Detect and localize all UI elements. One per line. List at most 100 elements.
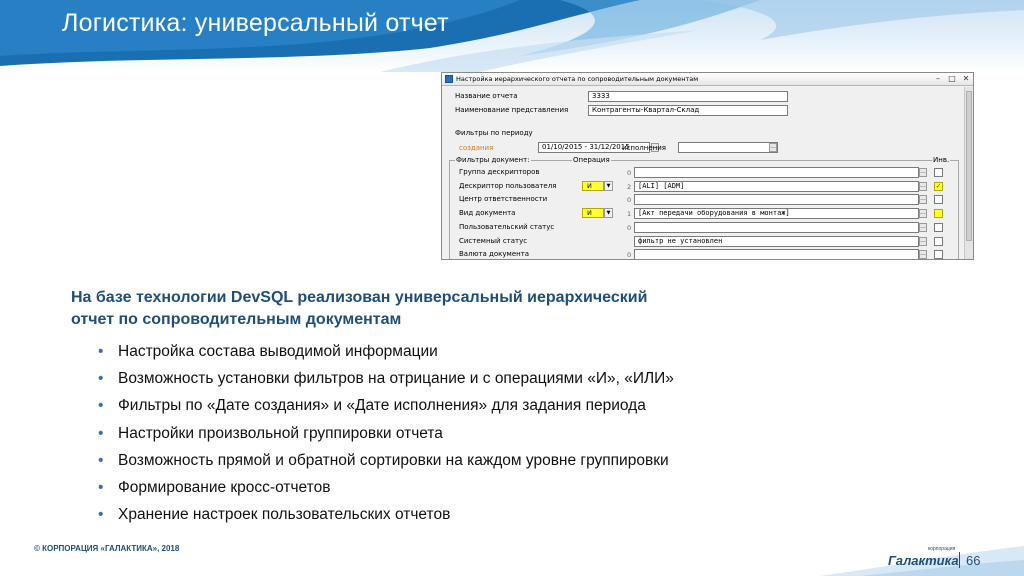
bullet-dot-icon: • [98, 397, 104, 415]
filter-row: Центр ответственности 0... [442, 194, 965, 206]
filter-count: 0 [627, 251, 632, 260]
inverse-checkbox[interactable] [934, 222, 943, 232]
report-name-label: Название отчета [455, 92, 518, 100]
bullet-item: • Настройка состава выводимой информации [98, 338, 674, 365]
logo-subtext: корпорация [928, 546, 956, 552]
bullet-text: Хранение настроек пользовательских отчет… [118, 506, 451, 524]
filter-value-field[interactable]: фильтр не установлен [634, 235, 919, 247]
inverse-checkbox[interactable] [934, 236, 943, 246]
chevron-down-icon[interactable]: ▼ [604, 208, 613, 219]
filter-ellipsis-button[interactable]: ... [919, 168, 927, 177]
filter-row: Дескриптор пользователя И ▼ 2 [ALI] [ADM]...… [442, 180, 965, 193]
bullet-dot-icon: • [98, 424, 104, 442]
operation-header: Операция [572, 156, 611, 164]
subtitle-line-1: На базе технологии DevSQL реализован уни… [71, 289, 648, 306]
inverse-checkbox[interactable] [934, 195, 943, 205]
filter-label: Валюта документа [459, 250, 530, 259]
report-name-field[interactable]: 3333 [588, 91, 788, 102]
bullet-text: Настройки произвольной группировки отчет… [118, 424, 443, 442]
filter-count: 2 [627, 182, 632, 191]
inverse-checkbox[interactable] [934, 250, 943, 259]
created-date-label: создания [459, 144, 494, 152]
inverse-checkbox[interactable]: ✓ [934, 181, 943, 191]
filter-label: Пользовательский статус [459, 222, 555, 231]
view-name-field[interactable]: Контрагенты-Квартал-Склад [588, 105, 788, 116]
window-scrollbar[interactable] [964, 87, 973, 259]
filter-ellipsis-button[interactable]: ... [919, 181, 927, 191]
close-icon[interactable]: ✕ [959, 74, 973, 85]
bullet-dot-icon: • [98, 506, 104, 524]
filter-value-field[interactable] [634, 249, 919, 259]
filter-label: Центр ответственности [459, 195, 548, 204]
filter-label: Вид документа [459, 209, 516, 218]
filter-count: 0 [627, 223, 632, 232]
bullet-text: Возможность прямой и обратной сортировки… [118, 451, 669, 469]
bullet-text: Возможность установки фильтров на отрица… [118, 370, 674, 388]
filter-row: Валюта документа 0... [442, 249, 965, 260]
bullet-item: • Настройки произвольной группировки отче… [98, 420, 674, 447]
window-body: Название отчета 3333 Наименование предст… [442, 87, 965, 260]
galaktika-logo: Галактика [888, 553, 959, 568]
bullet-dot-icon: • [98, 479, 104, 497]
filter-label: Дескриптор пользователя [459, 181, 557, 190]
report-settings-window: Настройка иерархического отчета по сопро… [441, 72, 974, 260]
filter-ellipsis-button[interactable]: ... [919, 222, 927, 232]
app-icon [445, 75, 453, 83]
filter-label: Системный статус [459, 236, 528, 245]
filter-row: Группа дескрипторов 0... [442, 167, 965, 179]
feature-bullet-list: • Настройка состава выводимой информации •… [98, 338, 674, 528]
operation-select[interactable]: И [582, 180, 604, 191]
inverse-checkbox[interactable] [934, 168, 943, 177]
bullet-text: Настройка состава выводимой информации [118, 343, 438, 360]
filter-label: Группа дескрипторов [459, 168, 540, 176]
maximize-icon[interactable]: □ [945, 74, 959, 85]
bullet-item: • Возможность установки фильтров на отриц… [98, 365, 674, 392]
document-filters-label: Фильтры документ: [455, 156, 531, 164]
window-titlebar: Настройка иерархического отчета по сопро… [442, 73, 973, 86]
filter-value-field[interactable] [634, 194, 919, 206]
bullet-dot-icon: • [98, 370, 104, 388]
chevron-down-icon[interactable]: ▼ [604, 180, 613, 191]
bullet-item: • Возможность прямой и обратной сортировк… [98, 447, 674, 474]
page-title: Логистика: универсальный отчет [62, 9, 449, 37]
filter-ellipsis-button[interactable]: ... [919, 209, 927, 219]
bullet-item: • Фильтры по «Дате создания» и «Дате испо… [98, 392, 674, 419]
filter-value-field[interactable]: [Акт передачи оборудования в монтаж] [634, 208, 919, 220]
bullet-text: Фильтры по «Дате создания» и «Дате испол… [118, 397, 646, 415]
executed-date-ellipsis-button[interactable]: ... [769, 143, 777, 152]
filter-count: 0 [627, 196, 632, 205]
filter-ellipsis-button[interactable]: ... [919, 195, 927, 205]
page-number: 66 [966, 553, 981, 568]
filter-ellipsis-button[interactable]: ... [919, 250, 927, 259]
filter-value-field[interactable]: [ALI] [ADM] [634, 180, 919, 192]
filter-count: 1 [627, 210, 632, 219]
view-name-label: Наименование представления [455, 106, 569, 114]
subtitle-line-2: отчет по сопроводительным документам [71, 311, 402, 328]
scrollbar-thumb[interactable] [966, 91, 972, 241]
window-title: Настройка иерархического отчета по сопро… [456, 75, 699, 83]
bullet-dot-icon: • [98, 343, 104, 360]
filter-value-field[interactable] [634, 167, 919, 178]
footer-copyright: © КОРПОРАЦИЯ «ГАЛАКТИКА», 2018 [34, 544, 180, 553]
filter-count: 0 [627, 169, 632, 177]
bullet-item: • Хранение настроек пользовательских отче… [98, 501, 674, 528]
operation-select[interactable]: И [582, 208, 604, 219]
inverse-checkbox[interactable] [934, 209, 943, 219]
filter-row: Вид документа И ▼ 1 [Акт передачи оборудован… [442, 208, 965, 220]
footer-separator [959, 552, 960, 568]
section-subtitle: На базе технологии DevSQL реализован уни… [71, 287, 771, 331]
bullet-dot-icon: • [98, 451, 104, 469]
filter-ellipsis-button[interactable]: ... [919, 236, 927, 246]
filter-row: Системный статус фильтр не установлен... [442, 235, 965, 248]
executed-date-label: исполнения [622, 144, 666, 152]
minimize-icon[interactable]: – [931, 74, 945, 85]
header-banner: Логистика: универсальный отчет [0, 0, 1024, 72]
period-filters-label: Фильтры по периоду [455, 129, 533, 137]
bullet-text: Формирование кросс-отчетов [118, 479, 331, 497]
filter-row: Пользовательский статус 0... [442, 221, 965, 234]
inv-header: Инв. [932, 156, 951, 164]
bullet-item: • Формирование кросс-отчетов [98, 474, 674, 501]
executed-date-range-field[interactable] [678, 142, 778, 153]
filter-value-field[interactable] [634, 221, 919, 233]
footer-wave-graphic [820, 546, 1024, 576]
